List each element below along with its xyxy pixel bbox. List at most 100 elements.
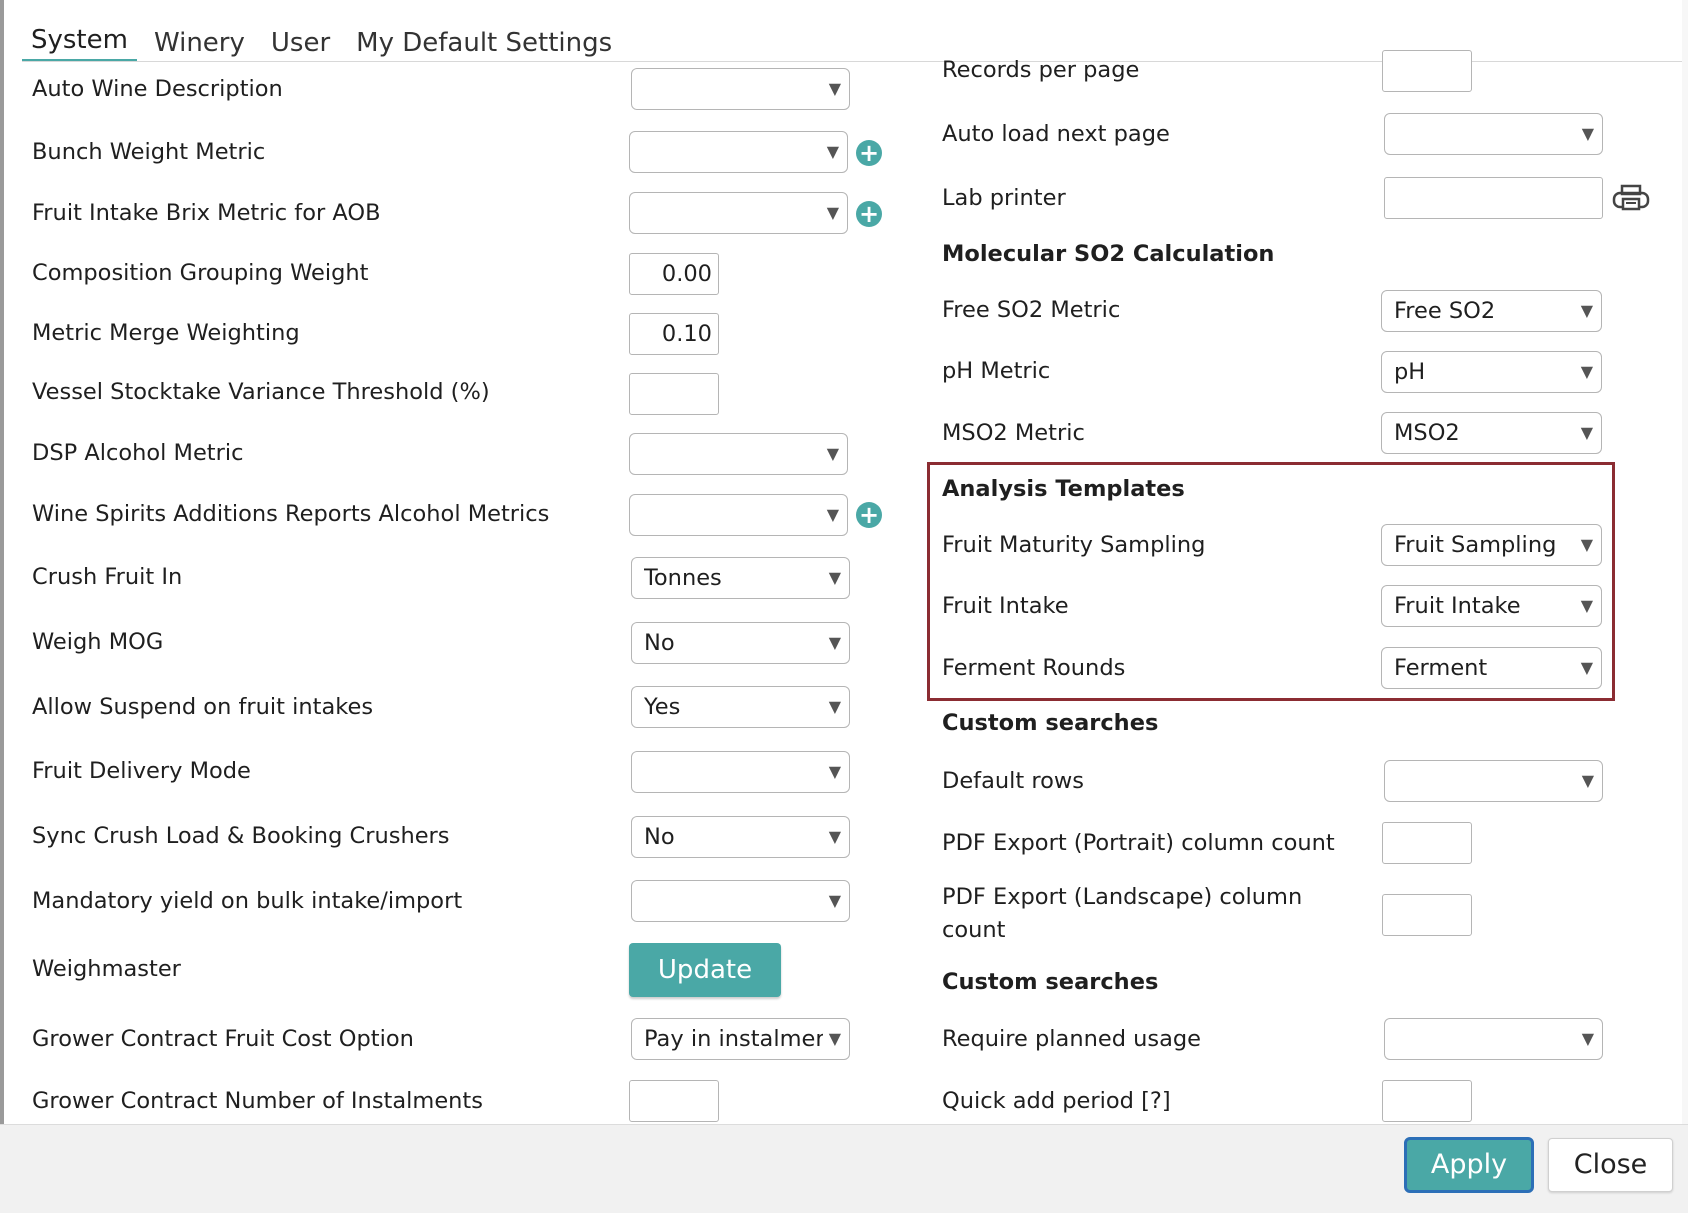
grower-contract-instalments-input[interactable] — [629, 1080, 719, 1122]
update-weighmaster-button[interactable]: Update — [629, 943, 781, 997]
chevron-down-icon: ▼ — [1580, 596, 1593, 615]
require-planned-usage-select[interactable]: ▼ — [1384, 1018, 1603, 1060]
sync-crush-load-label: Sync Crush Load & Booking Crushers — [32, 823, 450, 849]
auto-load-next-page-select[interactable]: ▼ — [1384, 113, 1603, 155]
weighmaster-label: Weighmaster — [32, 956, 181, 982]
apply-button[interactable]: Apply — [1404, 1137, 1534, 1193]
fruit-delivery-mode-select[interactable]: ▼ — [631, 751, 850, 793]
analysis-templates-heading: Analysis Templates — [942, 476, 1185, 502]
fruit-intake-brix-select[interactable]: ▼ — [629, 192, 848, 234]
pdf-export-landscape-label: PDF Export (Landscape) column — [942, 884, 1303, 910]
left-edge — [0, 0, 4, 1124]
chevron-down-icon: ▼ — [828, 1029, 841, 1048]
ph-metric-select[interactable]: pH ▼ — [1381, 351, 1602, 393]
close-button[interactable]: Close — [1548, 1138, 1673, 1192]
require-planned-usage-label: Require planned usage — [942, 1026, 1202, 1052]
tab-user[interactable]: User — [262, 28, 339, 62]
dsp-alcohol-metric-select[interactable]: ▼ — [629, 433, 848, 475]
composition-grouping-weight-label: Composition Grouping Weight — [32, 260, 369, 286]
chevron-down-icon: ▼ — [826, 505, 839, 524]
ferment-rounds-label: Ferment Rounds — [942, 655, 1126, 681]
tab-bar: System Winery User My Default Settings — [22, 20, 629, 62]
tab-winery[interactable]: Winery — [145, 28, 254, 62]
pdf-export-landscape-input[interactable] — [1382, 894, 1472, 936]
mso2-metric-select[interactable]: MSO2 ▼ — [1381, 412, 1602, 454]
vessel-stocktake-variance-input[interactable] — [629, 373, 719, 415]
fruit-intake-select[interactable]: Fruit Intake ▼ — [1381, 585, 1602, 627]
allow-suspend-label: Allow Suspend on fruit intakes — [32, 694, 374, 720]
vessel-stocktake-variance-label: Vessel Stocktake Variance Threshold (%) — [32, 379, 490, 405]
fruit-intake-label: Fruit Intake — [942, 593, 1069, 619]
pdf-export-portrait-label: PDF Export (Portrait) column count — [942, 830, 1335, 856]
chevron-down-icon: ▼ — [1581, 1029, 1594, 1048]
grower-contract-cost-option-label: Grower Contract Fruit Cost Option — [32, 1026, 414, 1052]
composition-grouping-weight-input[interactable]: 0.00 — [629, 253, 719, 295]
metric-merge-weighting-label: Metric Merge Weighting — [32, 320, 300, 346]
quick-add-period-label: Quick add period [?] — [942, 1088, 1171, 1114]
lab-printer-label: Lab printer — [942, 185, 1066, 211]
chevron-down-icon: ▼ — [828, 79, 841, 98]
tab-system[interactable]: System — [22, 25, 137, 62]
dsp-alcohol-metric-label: DSP Alcohol Metric — [32, 440, 244, 466]
weigh-mog-select[interactable]: No ▼ — [631, 622, 850, 664]
pdf-export-portrait-input[interactable] — [1382, 822, 1472, 864]
mandatory-yield-label: Mandatory yield on bulk intake/import — [32, 888, 463, 914]
grower-contract-cost-option-select[interactable]: Pay in instalmen ▼ — [631, 1018, 850, 1060]
custom-searches-heading: Custom searches — [942, 710, 1159, 736]
grower-contract-instalments-label: Grower Contract Number of Instalments — [32, 1088, 483, 1114]
chevron-down-icon: ▼ — [1581, 771, 1594, 790]
quick-add-period-input[interactable] — [1382, 1080, 1472, 1122]
sync-crush-load-select[interactable]: No ▼ — [631, 816, 850, 858]
chevron-down-icon: ▼ — [828, 633, 841, 652]
mso2-metric-label: MSO2 Metric — [942, 420, 1085, 446]
pdf-export-landscape-label-line2: count — [942, 917, 1006, 943]
chevron-down-icon: ▼ — [1580, 362, 1593, 381]
chevron-down-icon: ▼ — [828, 762, 841, 781]
crush-fruit-in-label: Crush Fruit In — [32, 564, 183, 590]
ferment-rounds-select[interactable]: Ferment ▼ — [1381, 647, 1602, 689]
chevron-down-icon: ▼ — [828, 568, 841, 587]
chevron-down-icon: ▼ — [1580, 658, 1593, 677]
chevron-down-icon: ▼ — [826, 203, 839, 222]
metric-merge-weighting-input[interactable]: 0.10 — [629, 313, 719, 355]
allow-suspend-select[interactable]: Yes ▼ — [631, 686, 850, 728]
chevron-down-icon: ▼ — [1580, 423, 1593, 442]
printer-icon[interactable] — [1611, 184, 1651, 214]
scrollbar[interactable] — [1682, 0, 1688, 1124]
weigh-mog-label: Weigh MOG — [32, 629, 164, 655]
bunch-weight-metric-select[interactable]: ▼ — [629, 131, 848, 173]
chevron-down-icon: ▼ — [1580, 301, 1593, 320]
chevron-down-icon: ▼ — [826, 142, 839, 161]
default-rows-select[interactable]: ▼ — [1384, 760, 1603, 802]
records-per-page-input[interactable] — [1382, 50, 1472, 92]
mandatory-yield-select[interactable]: ▼ — [631, 880, 850, 922]
crush-fruit-in-select[interactable]: Tonnes ▼ — [631, 557, 850, 599]
auto-load-next-page-label: Auto load next page — [942, 121, 1170, 147]
wine-spirits-additions-select[interactable]: ▼ — [629, 494, 848, 536]
wine-spirits-additions-label: Wine Spirits Additions Reports Alcohol M… — [32, 501, 550, 527]
fruit-maturity-sampling-label: Fruit Maturity Sampling — [942, 532, 1206, 558]
chevron-down-icon: ▼ — [1581, 124, 1594, 143]
auto-wine-description-select[interactable]: ▼ — [631, 68, 850, 110]
add-wine-spirits-metric-icon[interactable]: + — [856, 502, 882, 528]
ph-metric-label: pH Metric — [942, 358, 1051, 384]
free-so2-metric-label: Free SO2 Metric — [942, 297, 1121, 323]
lab-printer-input[interactable] — [1384, 177, 1603, 219]
chevron-down-icon: ▼ — [828, 697, 841, 716]
fruit-intake-brix-label: Fruit Intake Brix Metric for AOB — [32, 200, 381, 226]
add-fruit-intake-brix-icon[interactable]: + — [856, 201, 882, 227]
tab-my-default-settings[interactable]: My Default Settings — [347, 28, 621, 62]
fruit-delivery-mode-label: Fruit Delivery Mode — [32, 758, 251, 784]
chevron-down-icon: ▼ — [1580, 535, 1593, 554]
bunch-weight-metric-label: Bunch Weight Metric — [32, 139, 266, 165]
add-bunch-weight-metric-icon[interactable]: + — [856, 140, 882, 166]
chevron-down-icon: ▼ — [828, 827, 841, 846]
auto-wine-description-label: Auto Wine Description — [32, 76, 283, 102]
chevron-down-icon: ▼ — [828, 891, 841, 910]
free-so2-metric-select[interactable]: Free SO2 ▼ — [1381, 290, 1602, 332]
custom-searches-heading-2: Custom searches — [942, 969, 1159, 995]
molecular-so2-heading: Molecular SO2 Calculation — [942, 241, 1275, 267]
chevron-down-icon: ▼ — [826, 444, 839, 463]
fruit-maturity-sampling-select[interactable]: Fruit Sampling ▼ — [1381, 524, 1602, 566]
default-rows-label: Default rows — [942, 768, 1085, 794]
